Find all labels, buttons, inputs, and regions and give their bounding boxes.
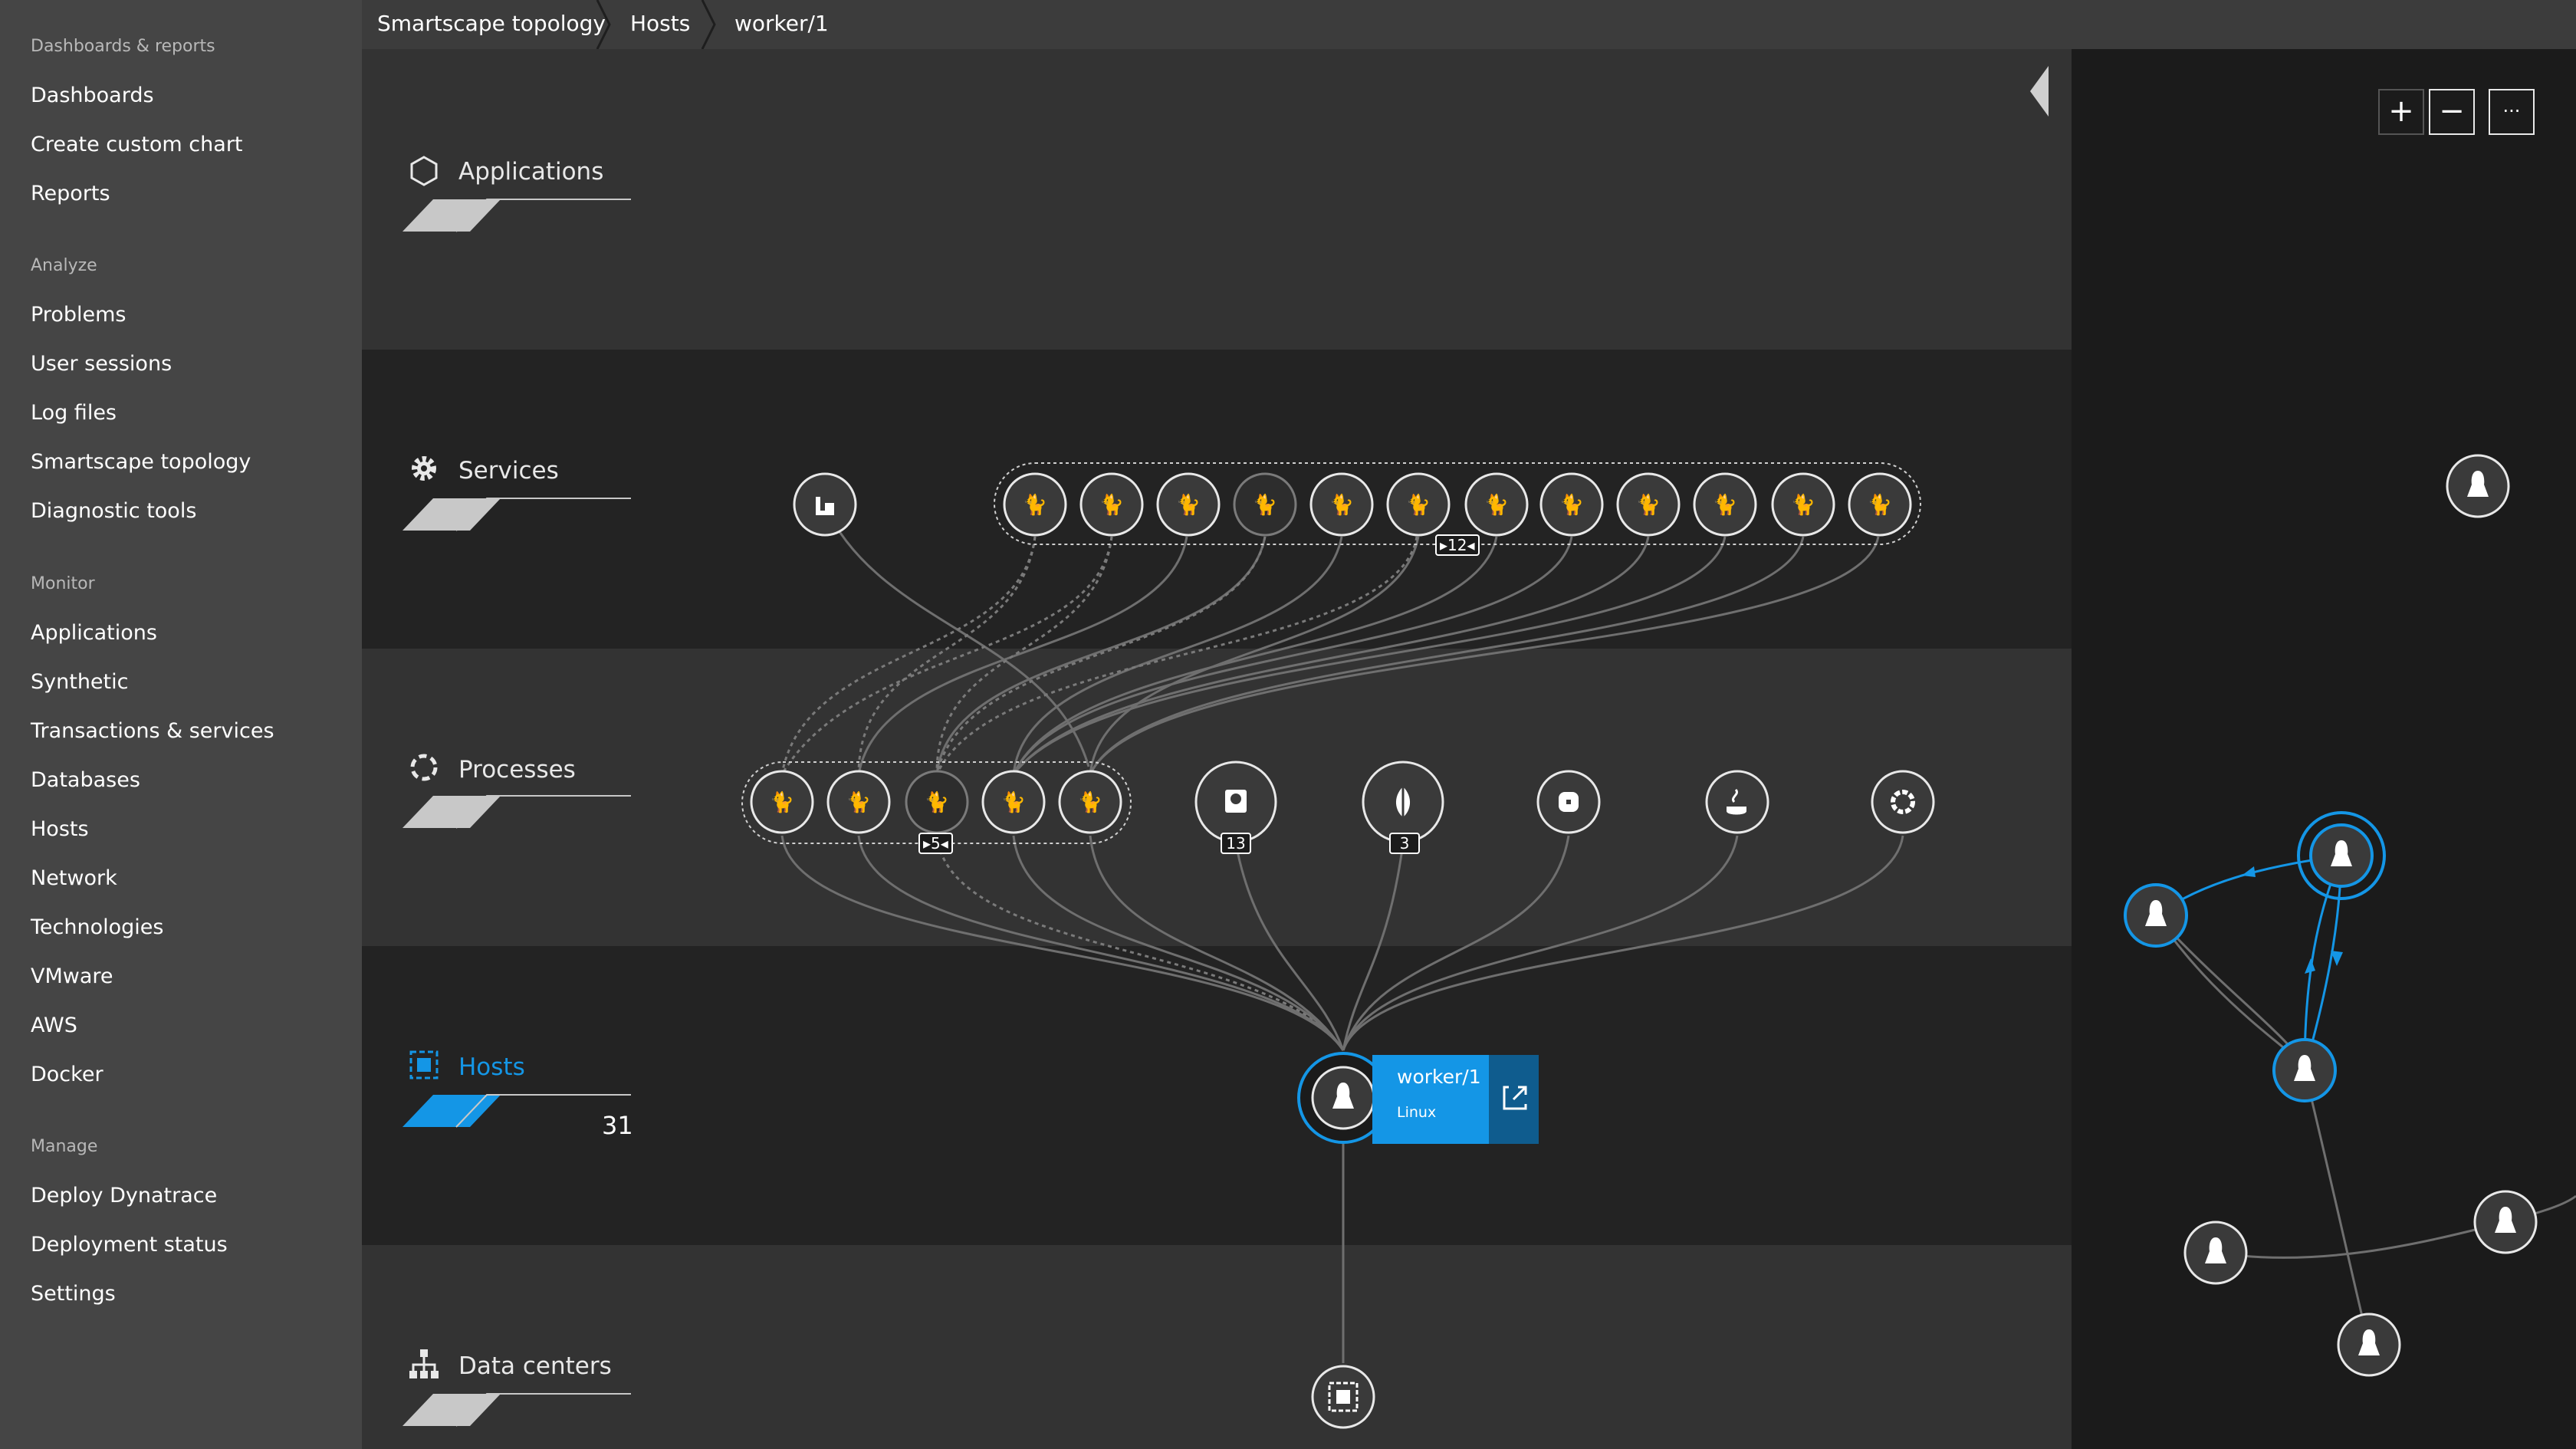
svg-text:🐈: 🐈 xyxy=(1023,493,1047,517)
services-group-badge[interactable]: ▸12◂ xyxy=(1435,534,1480,556)
process-node[interactable]: 🐈 xyxy=(750,770,814,834)
process-node[interactable]: 🐈 xyxy=(826,770,891,834)
process-instances-badge[interactable]: 3 xyxy=(1389,833,1420,854)
processes-group-count: 5 xyxy=(931,834,941,853)
map-arrow-icon xyxy=(2331,951,2343,966)
map-arrow-icon xyxy=(2305,958,2315,974)
host-card-name: worker/1 xyxy=(1397,1066,1481,1088)
svg-text:🐈: 🐈 xyxy=(1078,790,1102,814)
service-node[interactable]: 🐈 xyxy=(1156,472,1221,537)
svg-text:🐈: 🐈 xyxy=(1406,493,1431,517)
svg-text:🐈: 🐈 xyxy=(1176,493,1201,517)
process-instances-badge[interactable]: 13 xyxy=(1221,833,1251,854)
process-node[interactable]: 🐈 xyxy=(981,770,1046,834)
service-node[interactable]: 🐈 xyxy=(1539,472,1604,537)
service-node[interactable]: 🐈 xyxy=(1079,472,1144,537)
service-node[interactable]: 🐈 xyxy=(1309,472,1374,537)
map-host-node[interactable] xyxy=(2337,1313,2401,1377)
datacenter-node[interactable] xyxy=(1311,1365,1375,1429)
svg-text:🐈: 🐈 xyxy=(770,790,794,814)
open-host-external-button[interactable] xyxy=(1489,1055,1539,1144)
svg-text:🐈: 🐈 xyxy=(1636,493,1661,517)
services-group-count: 12 xyxy=(1447,536,1467,554)
map-host-node[interactable] xyxy=(2124,883,2188,948)
service-node[interactable]: 🐈 xyxy=(1386,472,1451,537)
service-node[interactable]: 🐈 xyxy=(1003,472,1067,537)
service-node[interactable]: 🐈 xyxy=(1233,472,1297,537)
map-host-node[interactable] xyxy=(2473,1190,2538,1254)
map-link xyxy=(2303,1070,2371,1346)
svg-text:🐈: 🐈 xyxy=(846,790,871,814)
service-node[interactable]: 🐈 xyxy=(1771,472,1835,537)
svg-text:🐈: 🐈 xyxy=(1868,493,1892,517)
map-arrow-icon xyxy=(2242,866,2256,877)
process-node-java[interactable] xyxy=(1705,770,1769,834)
process-node[interactable]: 🐈 xyxy=(1058,770,1122,834)
map-host-node-selected[interactable] xyxy=(2297,811,2386,900)
service-process-links xyxy=(823,505,1880,775)
svg-text:🐈: 🐈 xyxy=(1099,493,1124,517)
process-node-leaf[interactable] xyxy=(1362,761,1444,843)
svg-text:🐈: 🐈 xyxy=(1559,493,1584,517)
external-link-icon xyxy=(1503,1086,1527,1110)
map-host-node[interactable] xyxy=(2183,1221,2248,1285)
process-node-gear[interactable] xyxy=(1194,761,1277,843)
map-graph xyxy=(2124,454,2576,1377)
service-node[interactable]: 🐈 xyxy=(1616,472,1681,537)
map-host-node[interactable] xyxy=(2446,454,2510,518)
process-node-python[interactable] xyxy=(1536,770,1601,834)
processes-group-badge[interactable]: ▸5◂ xyxy=(918,833,953,854)
map-host-node[interactable] xyxy=(2272,1038,2337,1102)
service-node[interactable] xyxy=(793,472,857,537)
process-node-generic[interactable] xyxy=(1871,770,1935,834)
overview-map[interactable]: + − ··· xyxy=(2072,49,2576,1449)
service-node[interactable]: 🐈 xyxy=(1848,472,1912,537)
svg-text:🐈: 🐈 xyxy=(1329,493,1354,517)
svg-text:🐈: 🐈 xyxy=(1791,493,1815,517)
svg-text:🐈: 🐈 xyxy=(1253,493,1277,517)
process-node[interactable]: 🐈 xyxy=(905,770,969,834)
service-node[interactable]: 🐈 xyxy=(1464,472,1529,537)
svg-text:🐈: 🐈 xyxy=(1713,493,1737,517)
svg-text:🐈: 🐈 xyxy=(1001,790,1026,814)
host-card-os: Linux xyxy=(1397,1104,1437,1121)
svg-text:🐈: 🐈 xyxy=(925,790,949,814)
svg-text:🐈: 🐈 xyxy=(1484,493,1509,517)
service-node[interactable]: 🐈 xyxy=(1693,472,1757,537)
